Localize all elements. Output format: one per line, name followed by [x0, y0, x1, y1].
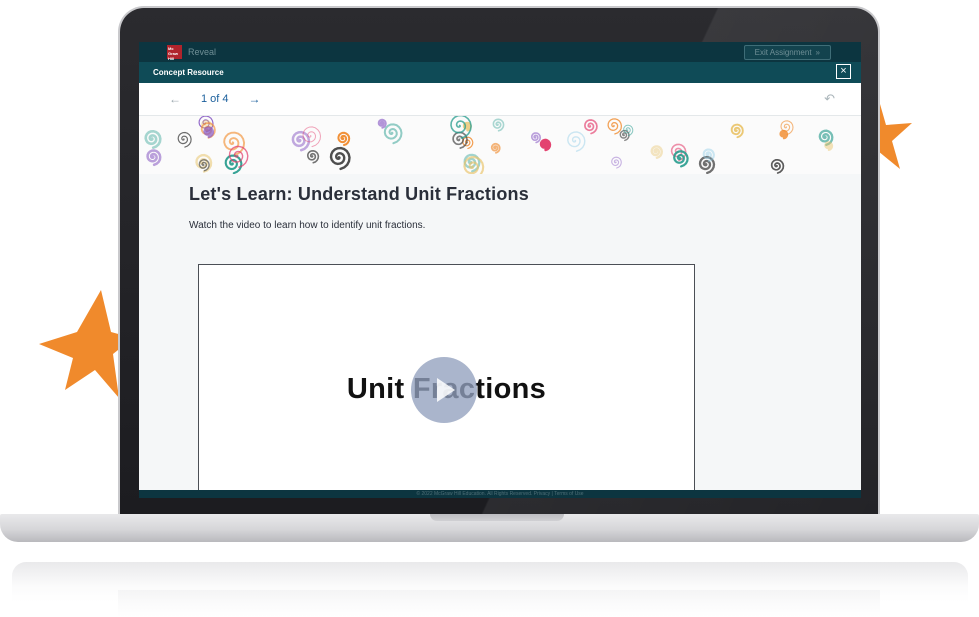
modal-header: Concept Resource ×: [139, 62, 861, 83]
swirl-mark: [539, 138, 552, 152]
laptop-screen: Mc Graw Hill Reveal Exit Assignment » Co…: [139, 42, 861, 498]
exit-assignment-button[interactable]: Exit Assignment »: [743, 45, 831, 60]
laptop-notch: [430, 514, 564, 521]
swirl-mark: [492, 118, 505, 132]
lesson-description: Watch the video to learn how to identify…: [189, 220, 426, 231]
swirl-mark: [611, 156, 622, 169]
swirl-mark: [329, 146, 351, 171]
chevron-right-icon: »: [815, 48, 820, 57]
swirl-mark: [337, 131, 351, 146]
brand-logo: Mc Graw Hill: [167, 45, 182, 61]
app-bar: Mc Graw Hill Reveal Exit Assignment »: [139, 42, 861, 62]
swirl-mark: [144, 129, 162, 149]
lid-reflection: [118, 590, 880, 617]
swirl-mark: [702, 148, 715, 163]
swirl-mark: [770, 158, 785, 174]
swirl-pattern-graphic: [144, 116, 834, 174]
undo-icon[interactable]: ↶: [824, 91, 835, 107]
footer-text: © 2022 McGraw Hill Education. All Rights…: [416, 491, 584, 497]
lesson-title: Let's Learn: Understand Unit Fractions: [189, 184, 529, 204]
swirl-mark: [198, 159, 210, 172]
concept-resource-modal: Concept Resource × ← 1 of 4 → ↶ Let's Le…: [139, 62, 861, 490]
exit-assignment-label: Exit Assignment: [754, 48, 812, 57]
play-icon[interactable]: [411, 357, 477, 423]
swirl-mark: [779, 129, 789, 140]
swirl-mark: [377, 118, 387, 129]
swirl-mark: [302, 126, 322, 148]
lesson-content: Let's Learn: Understand Unit Fractions W…: [139, 174, 861, 231]
video-player[interactable]: Unit Fractions: [198, 264, 695, 490]
swirl-mark: [383, 123, 403, 145]
page-indicator: 1 of 4: [201, 93, 229, 105]
swirl-mark: [177, 131, 192, 148]
swirl-mark: [584, 119, 598, 135]
swirl-mark: [223, 131, 246, 156]
swirl-mark: [224, 154, 243, 174]
swirl-mark: [607, 118, 623, 135]
laptop-lid: Mc Graw Hill Reveal Exit Assignment » Co…: [118, 6, 880, 516]
close-icon[interactable]: ×: [836, 64, 851, 79]
swirl-mark: [452, 131, 468, 149]
swirl-mark: [490, 142, 501, 154]
swirl-mark: [567, 131, 586, 152]
swirl-mark: [530, 132, 542, 144]
arrow-left-icon[interactable]: ←: [169, 92, 181, 106]
page-footer: © 2022 McGraw Hill Education. All Rights…: [139, 490, 861, 498]
swirl-pattern: [139, 116, 861, 174]
swirl-mark: [824, 141, 834, 151]
swirl-mark: [203, 126, 215, 139]
modal-title: Concept Resource: [153, 68, 224, 77]
arrow-right-icon[interactable]: →: [249, 92, 261, 106]
app-name: Reveal: [188, 47, 217, 57]
swirl-mark: [650, 145, 664, 159]
swirl-mark: [730, 123, 744, 139]
swirl-mark: [306, 149, 320, 164]
swirl-mark: [146, 149, 162, 167]
laptop-base: [0, 514, 979, 542]
resource-nav-bar: ← 1 of 4 → ↶: [139, 83, 861, 116]
